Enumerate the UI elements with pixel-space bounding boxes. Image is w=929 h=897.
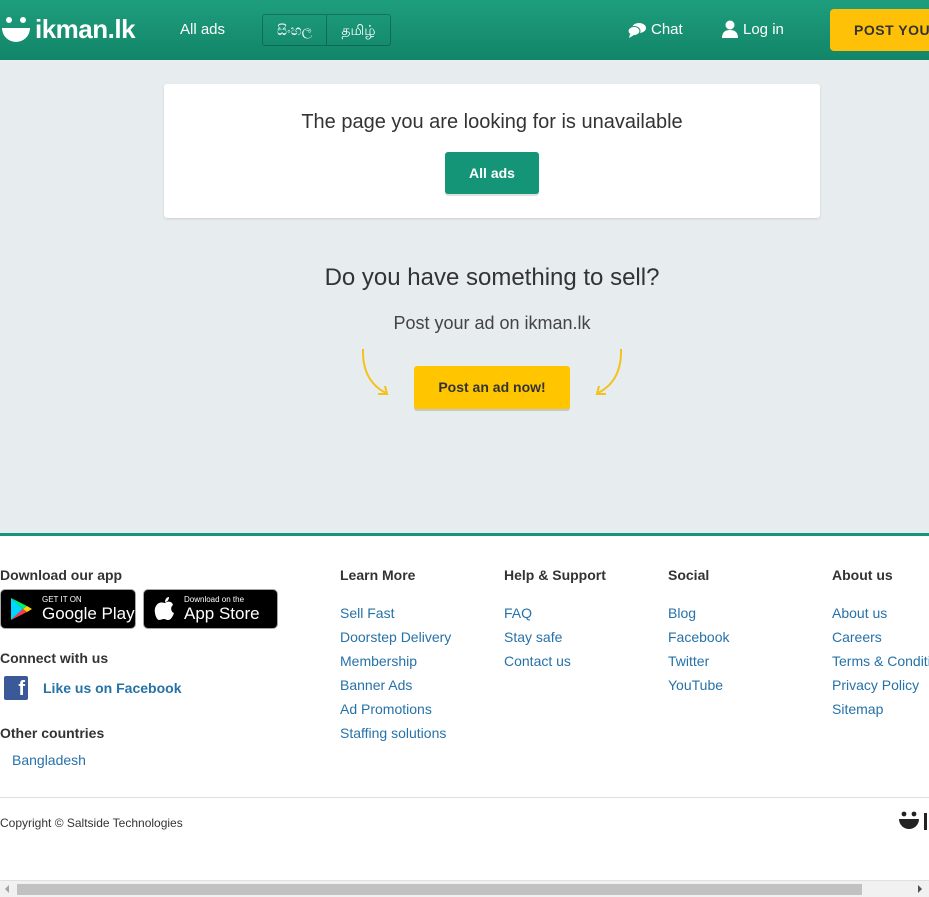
- app-store-small-text: Download on the: [184, 595, 245, 604]
- footer-logo-icon[interactable]: [898, 810, 929, 834]
- scroll-right-arrow-icon[interactable]: [918, 885, 922, 893]
- google-play-badge[interactable]: GET IT ON Google Play: [0, 589, 136, 629]
- footer-link-membership[interactable]: Membership: [340, 653, 417, 669]
- facebook-like-link[interactable]: Like us on Facebook: [43, 680, 181, 696]
- footer-link-staffing-solutions[interactable]: Staffing solutions: [340, 725, 446, 741]
- footer-link-terms[interactable]: Terms & Conditions: [832, 653, 929, 669]
- post-your-ad-button[interactable]: POST YOUR AD: [830, 9, 929, 51]
- apple-icon: [154, 597, 174, 620]
- chat-label: Chat: [651, 21, 683, 38]
- footer-link-twitter[interactable]: Twitter: [668, 653, 709, 669]
- horizontal-scrollbar[interactable]: [0, 880, 929, 897]
- download-app-heading: Download our app: [0, 567, 123, 583]
- post-ad-now-button[interactable]: Post an ad now!: [414, 366, 570, 409]
- unavailable-notice-card: The page you are looking for is unavaila…: [164, 84, 820, 218]
- facebook-icon[interactable]: f: [4, 676, 28, 700]
- scroll-left-arrow-icon[interactable]: [5, 885, 9, 893]
- curved-arrow-right-icon: [595, 348, 623, 395]
- footer-divider: [0, 797, 929, 798]
- footer-link-sitemap[interactable]: Sitemap: [832, 701, 883, 717]
- all-ads-button[interactable]: All ads: [445, 152, 539, 194]
- copyright-text: Copyright © Saltside Technologies: [0, 816, 183, 830]
- footer-link-privacy-policy[interactable]: Privacy Policy: [832, 677, 919, 693]
- footer-link-doorstep-delivery[interactable]: Doorstep Delivery: [340, 629, 451, 645]
- lang-sinhala-button[interactable]: සිංහල: [263, 15, 326, 45]
- social-heading: Social: [668, 567, 710, 583]
- footer-link-facebook[interactable]: Facebook: [668, 629, 729, 645]
- curved-arrow-left-icon: [361, 348, 389, 395]
- other-countries-heading: Other countries: [0, 725, 105, 741]
- footer: Download our app GET IT ON Google Play D…: [0, 533, 929, 897]
- footer-link-blog[interactable]: Blog: [668, 605, 696, 621]
- sell-subheading: Post your ad on ikman.lk: [393, 313, 591, 333]
- footer-link-faq[interactable]: FAQ: [504, 605, 532, 621]
- login-label: Log in: [743, 20, 784, 38]
- footer-link-banner-ads[interactable]: Banner Ads: [340, 677, 412, 693]
- footer-link-contact-us[interactable]: Contact us: [504, 653, 571, 669]
- about-us-heading: About us: [832, 567, 893, 583]
- app-store-badge[interactable]: Download on the App Store: [143, 589, 278, 629]
- sell-heading: Do you have something to sell?: [324, 264, 660, 291]
- footer-link-stay-safe[interactable]: Stay safe: [504, 629, 562, 645]
- chat-bubbles-icon: [627, 22, 646, 38]
- unavailable-message: The page you are looking for is unavaila…: [301, 111, 683, 133]
- connect-heading: Connect with us: [0, 650, 109, 666]
- country-link-bangladesh[interactable]: Bangladesh: [12, 752, 86, 768]
- help-support-heading: Help & Support: [504, 567, 606, 583]
- footer-link-sell-fast[interactable]: Sell Fast: [340, 605, 394, 621]
- smiley-logo-icon: [2, 16, 30, 42]
- login-link[interactable]: Log in: [722, 20, 784, 38]
- user-icon: [722, 20, 738, 38]
- google-play-small-text: GET IT ON: [42, 595, 82, 604]
- footer-link-youtube[interactable]: YouTube: [668, 677, 723, 693]
- scrollbar-thumb[interactable]: [17, 884, 862, 895]
- top-navbar: ikman.lk All ads සිංහල தமிழ் Chat Log in…: [0, 0, 929, 60]
- nav-all-ads-link[interactable]: All ads: [180, 21, 225, 38]
- logo-text: ikman.lk: [35, 14, 136, 44]
- app-store-big-text: App Store: [184, 604, 260, 623]
- lang-tamil-button[interactable]: தமிழ்: [326, 15, 389, 45]
- language-switcher: සිංහල தமிழ்: [262, 14, 391, 46]
- footer-link-about-us[interactable]: About us: [832, 605, 887, 621]
- chat-link[interactable]: Chat: [627, 21, 683, 38]
- learn-more-heading: Learn More: [340, 567, 416, 583]
- google-play-icon: [11, 598, 32, 620]
- footer-link-ad-promotions[interactable]: Ad Promotions: [340, 701, 432, 717]
- site-logo[interactable]: ikman.lk: [0, 14, 136, 45]
- google-play-big-text: Google Play: [42, 604, 135, 623]
- footer-link-careers[interactable]: Careers: [832, 629, 882, 645]
